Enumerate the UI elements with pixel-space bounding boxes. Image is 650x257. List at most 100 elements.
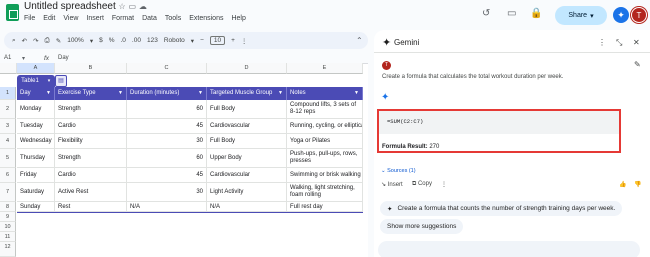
table-cell[interactable]: Monday (17, 100, 55, 119)
edit-prompt-icon[interactable]: ✎ (634, 60, 641, 69)
table-cell[interactable]: Walking, light stretching, foam rolling (287, 183, 363, 202)
column-header-a[interactable]: A (17, 63, 55, 74)
collapse-toolbar-icon[interactable]: ⌃ (356, 36, 363, 46)
menu-edit[interactable]: Edit (43, 15, 55, 22)
collapse-panel-icon[interactable]: ⤡ (616, 38, 622, 48)
menu-format[interactable]: Format (112, 15, 134, 22)
sheets-logo-icon[interactable] (6, 4, 19, 21)
chevron-down-icon[interactable]: ▼ (46, 87, 51, 100)
font-size-decrease[interactable]: − (200, 37, 204, 44)
table-cell[interactable]: Rest (55, 202, 127, 212)
row-header[interactable]: 12 (0, 242, 16, 257)
chevron-down-icon[interactable]: ▼ (118, 87, 123, 100)
show-more-suggestions-button[interactable]: Show more suggestions (380, 219, 464, 234)
menu-help[interactable]: Help (231, 15, 245, 22)
table-cell[interactable]: Swimming or brisk walking (287, 168, 363, 183)
increase-decimal-button[interactable]: .00 (132, 37, 141, 44)
doc-title[interactable]: Untitled spreadsheet ☆ ▭ ☁ (24, 1, 147, 12)
table-cell[interactable]: Wednesday (17, 134, 55, 149)
row-header[interactable]: 9 (0, 212, 16, 222)
table-cell[interactable]: N/A (127, 202, 207, 212)
table-cell[interactable]: Cardiovascular (207, 119, 287, 134)
table-cell[interactable]: Push-ups, pull-ups, rows, presses (287, 149, 363, 168)
chevron-down-icon[interactable]: ▼ (278, 87, 283, 100)
sources-toggle[interactable]: ⌄ Sources (1) (381, 168, 416, 174)
table-cell[interactable]: Strength (55, 100, 127, 119)
table-header-day[interactable]: Day ▼ (17, 87, 55, 100)
table-cell[interactable]: Flexibility (55, 134, 127, 149)
table-cell[interactable]: Yoga or Pilates (287, 134, 363, 149)
table-cell[interactable]: Strength (55, 149, 127, 168)
close-icon[interactable]: ✕ (633, 38, 640, 47)
undo-icon[interactable]: ↶ (22, 37, 27, 45)
insert-button[interactable]: ↘ Insert (381, 181, 403, 188)
paint-format-icon[interactable]: ✎ (56, 37, 61, 45)
menu-view[interactable]: View (63, 15, 78, 22)
chevron-down-icon[interactable]: ▾ (43, 75, 55, 87)
formula-input[interactable]: Day (58, 55, 69, 61)
currency-button[interactable]: $ (99, 37, 103, 44)
select-all-corner[interactable] (0, 63, 17, 74)
more-options-icon[interactable]: ⋮ (598, 38, 606, 47)
table-cell[interactable]: N/A (207, 202, 287, 212)
table-header-duration[interactable]: Duration (minutes) ▼ (127, 87, 207, 100)
row-header[interactable]: 4 (0, 134, 16, 149)
table-header-notes[interactable]: Notes ▼ (287, 87, 363, 100)
table-cell[interactable]: Tuesday (17, 119, 55, 134)
column-header-c[interactable]: C (127, 63, 207, 74)
row-header[interactable]: 1 (0, 87, 16, 100)
table-cell[interactable]: Sunday (17, 202, 55, 212)
table-header-exercise[interactable]: Exercise Type ▼ (55, 87, 127, 100)
gemini-prompt-input[interactable] (378, 241, 640, 257)
chevron-down-icon[interactable]: ▼ (198, 87, 203, 100)
copy-button[interactable]: ⧉ Copy (412, 181, 432, 188)
font-size-increase[interactable]: + (231, 37, 235, 44)
table-cell[interactable]: 30 (127, 183, 207, 202)
row-header[interactable]: 2 (0, 100, 16, 119)
row-header[interactable]: 5 (0, 149, 16, 168)
font-select[interactable]: Roboto (164, 37, 185, 44)
thumbs-down-icon[interactable]: 👎 (634, 181, 641, 188)
menu-extensions[interactable]: Extensions (189, 15, 223, 22)
print-icon[interactable]: ⎙ (45, 37, 50, 45)
more-options-icon[interactable]: ⋮ (241, 37, 248, 45)
thumbs-up-icon[interactable]: 👍 (619, 181, 626, 188)
table-cell[interactable]: 45 (127, 168, 207, 183)
menu-file[interactable]: File (24, 15, 35, 22)
zoom-select[interactable]: 100% (67, 37, 84, 44)
search-icon[interactable]: ⌕ (12, 37, 16, 45)
column-header-d[interactable]: D (207, 63, 287, 74)
suggestion-chip[interactable]: ✦ Create a formula that counts the number… (380, 201, 623, 216)
table-name-chip[interactable]: Table1 (17, 75, 43, 87)
table-cell[interactable]: Active Rest (55, 183, 127, 202)
table-cell[interactable]: 30 (127, 134, 207, 149)
percent-button[interactable]: % (109, 37, 115, 44)
table-cell[interactable]: Saturday (17, 183, 55, 202)
name-box[interactable]: A1 (4, 55, 11, 61)
table-cell[interactable]: Full Body (207, 100, 287, 119)
table-cell[interactable]: Upper Body (207, 149, 287, 168)
table-cell[interactable]: Thursday (17, 149, 55, 168)
row-header[interactable]: 11 (0, 232, 16, 242)
menu-tools[interactable]: Tools (165, 15, 181, 22)
table-header-muscle[interactable]: Targeted Muscle Group ▼ (207, 87, 287, 100)
table-cell[interactable]: Compound lifts, 3 sets of 8-12 reps (287, 100, 363, 119)
row-header[interactable]: 7 (0, 183, 16, 202)
row-header[interactable]: 6 (0, 168, 16, 183)
chevron-down-icon[interactable]: ▼ (354, 87, 359, 100)
table-cell[interactable]: Cardio (55, 168, 127, 183)
move-folder-icon[interactable]: ▭ (128, 2, 136, 11)
table-cell[interactable]: Full Body (207, 134, 287, 149)
menu-insert[interactable]: Insert (86, 15, 104, 22)
decrease-decimal-button[interactable]: .0 (121, 37, 126, 44)
doc-title-text[interactable]: Untitled spreadsheet (24, 1, 116, 12)
menu-data[interactable]: Data (142, 15, 157, 22)
table-cell[interactable]: Full rest day (287, 202, 363, 212)
meet-icon[interactable]: ▭ (507, 9, 516, 19)
table-view-icon[interactable]: ▤ (55, 75, 67, 87)
row-header[interactable]: 8 (0, 202, 16, 212)
user-avatar[interactable]: T (631, 7, 647, 23)
table-cell[interactable]: 45 (127, 119, 207, 134)
table-cell[interactable]: Light Activity (207, 183, 287, 202)
comment-lock-icon[interactable]: 🔒 (530, 9, 542, 19)
